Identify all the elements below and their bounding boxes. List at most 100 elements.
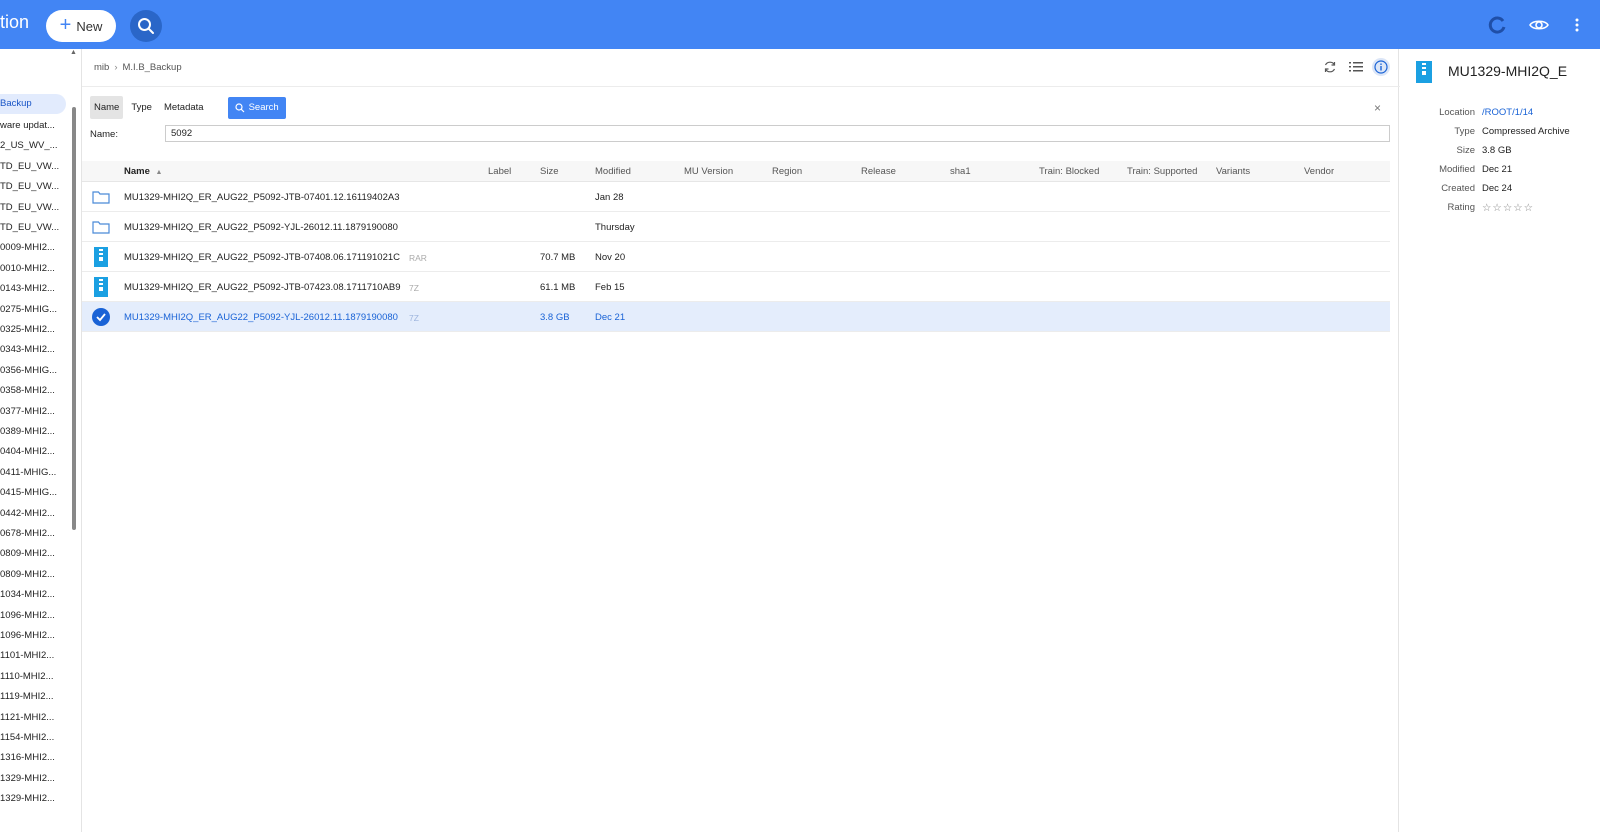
sidebar-item[interactable]: 0009-MHI2... bbox=[0, 242, 55, 253]
sidebar-item[interactable]: TD_EU_VW... bbox=[0, 181, 59, 192]
eye-icon bbox=[1529, 20, 1549, 30]
more-menu-button[interactable] bbox=[1566, 14, 1588, 36]
rating-stars[interactable]: ☆☆☆☆☆ bbox=[1482, 202, 1534, 214]
sidebar-item[interactable]: 1154-MHI2... bbox=[0, 732, 54, 743]
tab-type[interactable]: Type bbox=[127, 96, 156, 119]
sidebar-item[interactable]: 0442-MHI2... bbox=[0, 508, 55, 519]
sidebar-item[interactable]: 0809-MHI2... bbox=[0, 548, 55, 559]
sidebar-item[interactable]: 0809-MHI2... bbox=[0, 569, 55, 580]
table-row[interactable]: MU1329-MHI2Q_ER_AUG22_P5092-JTB-07401.12… bbox=[82, 182, 1390, 212]
column-header-name[interactable]: Name ▲ bbox=[124, 166, 162, 177]
column-header-release[interactable]: Release bbox=[861, 166, 896, 177]
table-row[interactable]: MU1329-MHI2Q_ER_AUG22_P5092-JTB-07408.06… bbox=[82, 242, 1390, 272]
archive-file-icon bbox=[1416, 61, 1432, 83]
refresh-button[interactable] bbox=[1487, 14, 1509, 36]
details-field-value: 3.8 GB bbox=[1482, 145, 1512, 156]
column-header-mu-version[interactable]: MU Version bbox=[684, 166, 733, 177]
sidebar-scrollbar[interactable] bbox=[72, 107, 76, 530]
sidebar-item[interactable]: 1110-MHI2... bbox=[0, 671, 54, 682]
sidebar-item[interactable]: 0411-MHIG... bbox=[0, 467, 56, 478]
sidebar-item[interactable]: 0389-MHI2... bbox=[0, 426, 55, 437]
details-field-value: Compressed Archive bbox=[1482, 126, 1570, 137]
sidebar-item[interactable]: Backup bbox=[0, 94, 66, 114]
sidebar-item[interactable]: ware updat... bbox=[0, 120, 55, 131]
details-panel: MU1329-MHI2Q_E Location/ROOT/1/14 Type Com… bbox=[1400, 49, 1600, 832]
column-header-label[interactable]: Label bbox=[488, 166, 511, 177]
row-modified: Feb 15 bbox=[595, 282, 625, 293]
new-button[interactable]: + New bbox=[46, 10, 116, 42]
table-row[interactable]: MU1329-MHI2Q_ER_AUG22_P5092-YJL-26012.11… bbox=[82, 212, 1390, 242]
top-bar: tion + New bbox=[0, 0, 1600, 49]
sidebar-item[interactable]: 1316-MHI2... bbox=[0, 752, 55, 763]
list-view-button[interactable] bbox=[1347, 58, 1365, 76]
column-header-region[interactable]: Region bbox=[772, 166, 802, 177]
sidebar-item[interactable]: 1101-MHI2... bbox=[0, 650, 54, 661]
details-field-key: Size bbox=[1456, 145, 1475, 156]
sidebar: ▲ Backup ware updat... 2_US_WV_... TD_EU_VW… bbox=[0, 49, 80, 832]
reload-button[interactable] bbox=[1321, 58, 1339, 76]
details-field-value[interactable]: /ROOT/1/14 bbox=[1482, 107, 1533, 118]
row-label: RAR bbox=[409, 253, 427, 263]
column-header-train-blocked[interactable]: Train: Blocked bbox=[1039, 166, 1099, 177]
column-header-size[interactable]: Size bbox=[540, 166, 558, 177]
breadcrumb-item-backup[interactable]: M.I.B_Backup bbox=[122, 62, 181, 73]
sidebar-item[interactable]: 0010-MHI2... bbox=[0, 263, 55, 274]
new-button-label: New bbox=[76, 18, 103, 34]
row-name: MU1329-MHI2Q_ER_AUG22_P5092-JTB-07408.06… bbox=[124, 252, 401, 263]
table-row[interactable]: MU1329-MHI2Q_ER_AUG22_P5092-YJL-26012.11… bbox=[82, 302, 1390, 332]
sidebar-item[interactable]: 0678-MHI2... bbox=[0, 528, 55, 539]
sidebar-item[interactable]: TD_EU_VW... bbox=[0, 202, 59, 213]
details-field-value: Dec 24 bbox=[1482, 183, 1513, 194]
column-header-variants[interactable]: Variants bbox=[1216, 166, 1250, 177]
row-size: 61.1 MB bbox=[540, 282, 576, 293]
sidebar-item[interactable]: 0415-MHIG... bbox=[0, 487, 57, 498]
details-field-key: Modified bbox=[1439, 164, 1475, 175]
search-submit-button[interactable]: Search bbox=[227, 96, 286, 119]
column-header-train-supported[interactable]: Train: Supported bbox=[1127, 166, 1197, 177]
app-title: tion bbox=[0, 12, 30, 32]
scroll-up-arrow-icon[interactable]: ▲ bbox=[70, 49, 77, 56]
plus-icon: + bbox=[59, 14, 72, 36]
tab-name[interactable]: Name bbox=[90, 96, 124, 119]
sidebar-item[interactable]: 1096-MHI2... bbox=[0, 610, 55, 621]
sidebar-item[interactable]: 0358-MHI2... bbox=[0, 385, 55, 396]
sidebar-item[interactable]: TD_EU_VW... bbox=[0, 222, 59, 233]
close-search-icon[interactable]: × bbox=[1374, 101, 1381, 115]
sidebar-item[interactable]: 0404-MHI2... bbox=[0, 446, 55, 457]
name-search-input[interactable] bbox=[165, 125, 1390, 142]
row-label: 7Z bbox=[409, 313, 419, 323]
column-header-vendor[interactable]: Vendor bbox=[1304, 166, 1334, 177]
details-field-key: Rating bbox=[1447, 202, 1475, 213]
sidebar-item[interactable]: 1121-MHI2... bbox=[0, 712, 54, 723]
breadcrumb-separator: › bbox=[114, 62, 118, 73]
sidebar-item[interactable]: 1329-MHI2... bbox=[0, 793, 55, 804]
column-header-sha1[interactable]: sha1 bbox=[950, 166, 971, 177]
sidebar-item[interactable]: 1034-MHI2... bbox=[0, 589, 55, 600]
row-name: MU1329-MHI2Q_ER_AUG22_P5092-YJL-26012.11… bbox=[124, 312, 398, 323]
sidebar-item[interactable]: 1329-MHI2... bbox=[0, 773, 55, 784]
preview-button[interactable] bbox=[1528, 14, 1550, 36]
info-button[interactable] bbox=[1372, 58, 1390, 76]
archive-file-icon bbox=[94, 277, 108, 297]
details-field-key: Location bbox=[1439, 107, 1475, 118]
row-modified: Jan 28 bbox=[595, 192, 624, 203]
row-name: MU1329-MHI2Q_ER_AUG22_P5092-YJL-26012.11… bbox=[124, 222, 398, 233]
checkmark-icon[interactable] bbox=[92, 307, 110, 327]
search-button[interactable] bbox=[130, 10, 162, 42]
sidebar-item[interactable]: 0325-MHI2... bbox=[0, 324, 55, 335]
column-header-modified[interactable]: Modified bbox=[595, 166, 631, 177]
sidebar-item[interactable]: 1119-MHI2... bbox=[0, 691, 54, 702]
breadcrumb-item-mib[interactable]: mib bbox=[94, 62, 109, 73]
sidebar-item[interactable]: TD_EU_VW... bbox=[0, 161, 59, 172]
sidebar-item[interactable]: 0343-MHI2... bbox=[0, 344, 55, 355]
details-title: MU1329-MHI2Q_E bbox=[1448, 63, 1568, 79]
tab-metadata[interactable]: Metadata bbox=[160, 96, 208, 119]
sidebar-item[interactable]: 2_US_WV_... bbox=[0, 140, 58, 151]
sidebar-item[interactable]: 0356-MHIG... bbox=[0, 365, 57, 376]
sidebar-item[interactable]: 0275-MHIG... bbox=[0, 304, 57, 315]
sidebar-item[interactable]: 0377-MHI2... bbox=[0, 406, 55, 417]
sidebar-item[interactable]: 0143-MHI2... bbox=[0, 283, 55, 294]
table-row[interactable]: MU1329-MHI2Q_ER_AUG22_P5092-JTB-07423.08… bbox=[82, 272, 1390, 302]
table-header: Name ▲ Label Size Modified MU Version Re… bbox=[82, 161, 1390, 182]
sidebar-item[interactable]: 1096-MHI2... bbox=[0, 630, 55, 641]
